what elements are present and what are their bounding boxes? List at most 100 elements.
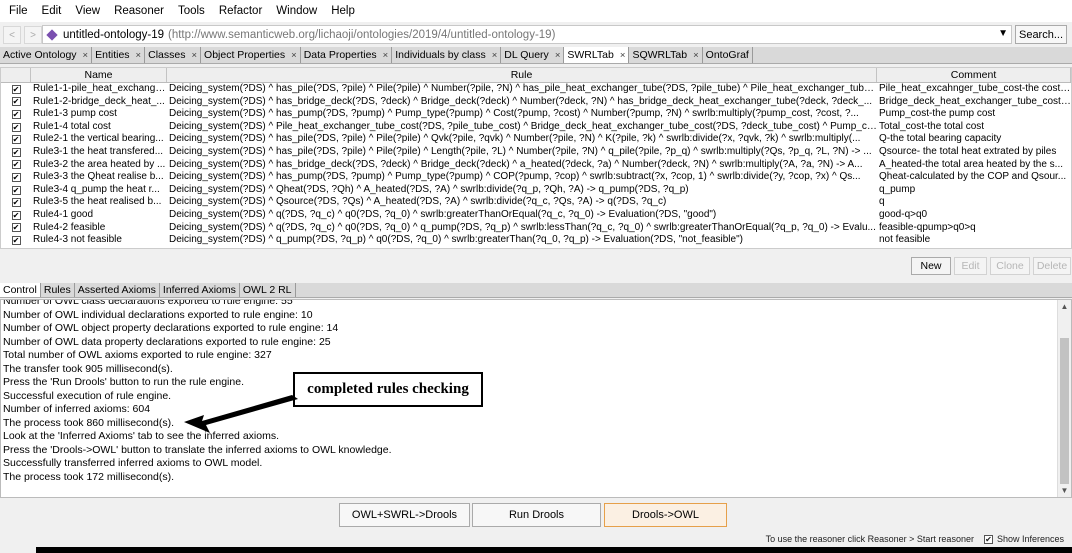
close-icon[interactable]: ×: [492, 50, 498, 61]
close-icon[interactable]: ×: [693, 50, 699, 61]
run-drools-button[interactable]: Run Drools: [472, 503, 601, 527]
table-row[interactable]: ✔ Rule1-1-pile_heat_exchange... Deicing_sy…: [1, 83, 1071, 96]
rule-body: Deicing_system(?DS) ^ has_pump(?DS, ?pum…: [169, 171, 861, 183]
tab-individuals-by-class[interactable]: Individuals by class ×: [392, 47, 502, 63]
tab-control[interactable]: Control: [0, 283, 41, 297]
rule-enabled-checkbox[interactable]: ✔: [11, 172, 21, 182]
table-row[interactable]: ✔ Rule3-5 the heat realised b... Deicing_s…: [1, 196, 1071, 209]
edit-rule-button[interactable]: Edit: [954, 257, 987, 275]
rule-enabled-checkbox[interactable]: ✔: [11, 160, 21, 170]
console-scrollbar[interactable]: ▲ ▼: [1057, 300, 1071, 497]
rule-name: Rule3-4 q_pump the heat r...: [33, 183, 160, 195]
forward-button[interactable]: >: [24, 26, 42, 44]
rule-body: Deicing_system(?DS) ^ Pile_heat_exchange…: [169, 120, 877, 132]
rule-name: Rule3-1 the heat transfered...: [33, 145, 164, 157]
console-line: Number of OWL class declarations exporte…: [3, 299, 293, 307]
show-inferences-checkbox[interactable]: ✔: [983, 534, 993, 544]
scroll-down-icon[interactable]: ▼: [1058, 484, 1071, 497]
tab-inferred-axioms[interactable]: Inferred Axioms: [160, 283, 240, 297]
menu-edit[interactable]: Edit: [35, 5, 69, 17]
rule-enabled-checkbox[interactable]: ✔: [11, 235, 21, 245]
rule-name: Rule2-1 the vertical bearing...: [33, 133, 164, 145]
menu-file[interactable]: File: [2, 5, 35, 17]
console-line: Number of OWL individual declarations ex…: [3, 308, 313, 321]
tab-asserted-axioms[interactable]: Asserted Axioms: [75, 283, 160, 297]
tab-sqwrltab[interactable]: SQWRLTab ×: [629, 47, 703, 63]
tab-classes[interactable]: Classes ×: [145, 47, 202, 63]
rule-enabled-checkbox[interactable]: ✔: [11, 135, 21, 145]
ontology-address-bar: < > untitled-ontology-19 (http://www.sem…: [0, 24, 1072, 46]
ontology-selector[interactable]: untitled-ontology-19 (http://www.semanti…: [42, 25, 1012, 44]
delete-rule-button[interactable]: Delete: [1033, 257, 1071, 275]
rule-enabled-checkbox[interactable]: ✔: [11, 198, 21, 208]
rule-enabled-checkbox[interactable]: ✔: [11, 84, 21, 94]
menu-reasoner[interactable]: Reasoner: [107, 5, 171, 17]
close-icon[interactable]: ×: [136, 50, 142, 61]
rules-table-body: ✔ Rule1-1-pile_heat_exchange... Deicing_sy…: [1, 83, 1071, 247]
tab-label: SWRLTab: [567, 49, 614, 61]
menu-window[interactable]: Window: [269, 5, 324, 17]
table-row[interactable]: ✔ Rule3-3 the Qheat realise b... Deicing_s…: [1, 171, 1071, 184]
rule-enabled-checkbox[interactable]: ✔: [11, 147, 21, 157]
drools-to-owl-button[interactable]: Drools->OWL: [604, 503, 727, 527]
rule-enabled-checkbox[interactable]: ✔: [11, 109, 21, 119]
rules-table: Name Rule Comment ✔ Rule1-1-pile_heat_exc…: [0, 67, 1072, 249]
rule-enabled-cell: ✔: [1, 109, 31, 119]
rule-enabled-checkbox[interactable]: ✔: [11, 122, 21, 132]
tab-dl-query[interactable]: DL Query ×: [501, 47, 565, 63]
menu-help[interactable]: Help: [324, 5, 362, 17]
tab-swrltab[interactable]: SWRLTab ×: [564, 47, 630, 63]
console-line: Total number of OWL axioms exported to r…: [3, 349, 272, 361]
table-row[interactable]: ✔ Rule4-1 good Deicing_system(?DS) ^ q(?DS…: [1, 209, 1071, 222]
close-icon[interactable]: ×: [555, 50, 561, 61]
menu-refactor[interactable]: Refactor: [212, 5, 269, 17]
close-icon[interactable]: ×: [191, 50, 197, 61]
tab-owl2-rl[interactable]: OWL 2 RL: [240, 283, 296, 297]
header-rule[interactable]: Rule: [167, 68, 877, 82]
header-name[interactable]: Name: [31, 68, 167, 82]
search-button[interactable]: Search...: [1015, 25, 1067, 44]
rule-enabled-checkbox[interactable]: ✔: [11, 185, 21, 195]
close-icon[interactable]: ×: [291, 50, 297, 61]
tab-label: DL Query: [504, 49, 549, 61]
table-row[interactable]: ✔ Rule3-1 the heat transfered... Deicing_s…: [1, 146, 1071, 159]
close-icon[interactable]: ×: [83, 50, 89, 61]
rule-name: Rule1-2-bridge_deck_heat_...: [33, 95, 165, 107]
table-row[interactable]: ✔ Rule2-1 the vertical bearing... Deicing_…: [1, 133, 1071, 146]
table-row[interactable]: ✔ Rule4-2 feasible Deicing_system(?DS) ^ q…: [1, 222, 1071, 235]
tab-data-properties[interactable]: Data Properties ×: [301, 47, 393, 63]
menu-bar: File Edit View Reasoner Tools Refactor W…: [0, 0, 1072, 22]
chevron-down-icon[interactable]: ▼: [998, 28, 1008, 39]
tab-ontograf[interactable]: OntoGraf: [703, 47, 753, 63]
rule-comment: A_heated-the total area heated by the s.…: [879, 158, 1064, 170]
close-icon[interactable]: ×: [620, 50, 626, 61]
tab-object-properties[interactable]: Object Properties ×: [201, 47, 301, 63]
tab-active-ontology[interactable]: Active Ontology ×: [0, 47, 93, 63]
back-button[interactable]: <: [3, 26, 21, 44]
table-row[interactable]: ✔ Rule3-4 q_pump the heat r... Deicing_sys…: [1, 184, 1071, 197]
rule-name: Rule4-1 good: [33, 208, 94, 220]
table-row[interactable]: ✔ Rule4-3 not feasible Deicing_system(?DS)…: [1, 234, 1071, 247]
console-line: Number of OWL data property declarations…: [3, 335, 331, 348]
tab-label: Data Properties: [303, 49, 377, 61]
rule-name: Rule4-3 not feasible: [33, 234, 122, 246]
owl-swrl-to-drools-button[interactable]: OWL+SWRL->Drools: [339, 503, 470, 527]
tab-entities[interactable]: Entities ×: [92, 47, 146, 63]
clone-rule-button[interactable]: Clone: [990, 257, 1030, 275]
table-row[interactable]: ✔ Rule3-2 the area heated by ... Deicing_s…: [1, 159, 1071, 172]
close-icon[interactable]: ×: [383, 50, 389, 61]
rule-enabled-cell: ✔: [1, 147, 31, 157]
menu-view[interactable]: View: [68, 5, 107, 17]
table-row[interactable]: ✔ Rule1-2-bridge_deck_heat_... Deicing_sys…: [1, 96, 1071, 109]
table-row[interactable]: ✔ Rule1-4 total cost Deicing_system(?DS) ^…: [1, 121, 1071, 134]
scroll-up-icon[interactable]: ▲: [1058, 300, 1071, 313]
menu-tools[interactable]: Tools: [171, 5, 212, 17]
rule-enabled-checkbox[interactable]: ✔: [11, 210, 21, 220]
new-rule-button[interactable]: New: [911, 257, 951, 275]
table-row[interactable]: ✔ Rule1-3 pump cost Deicing_system(?DS) ^ …: [1, 108, 1071, 121]
rule-enabled-checkbox[interactable]: ✔: [11, 97, 21, 107]
rule-enabled-checkbox[interactable]: ✔: [11, 223, 21, 233]
tab-rules[interactable]: Rules: [41, 283, 75, 297]
header-comment[interactable]: Comment: [877, 68, 1071, 82]
scroll-thumb[interactable]: [1060, 338, 1069, 484]
